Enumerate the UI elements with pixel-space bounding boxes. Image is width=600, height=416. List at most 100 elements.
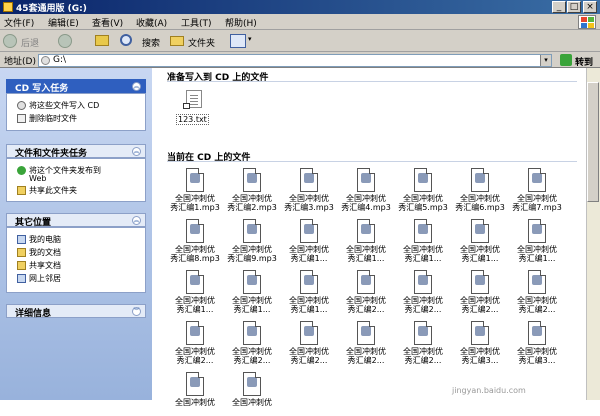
file-item[interactable]: 全国冲刺优 秀汇编1... [399,219,447,263]
scrollbar-thumb[interactable] [587,82,599,202]
windows-logo-icon [578,15,596,29]
views-button[interactable]: ▾ [230,33,256,49]
file-name: 全国冲刺优 秀汇编2... [403,347,443,365]
file-name: 全国冲刺优 秀汇编3... [460,347,500,365]
file-item[interactable]: 全国冲刺优 秀汇编7.mp3 [512,168,562,212]
file-item[interactable]: 全国冲刺优 秀汇编2... [285,321,333,365]
media-file-icon [471,168,489,192]
menu-favorites[interactable]: 收藏(A) [136,16,167,29]
file-item[interactable]: 全国冲刺优 秀汇编1... [456,219,504,263]
details-header[interactable]: 详细信息 ︾ [6,304,146,319]
file-item[interactable]: 全国冲刺优 秀汇编2... [228,321,276,365]
my-documents-link[interactable]: 我的文档 [29,247,61,258]
file-item[interactable]: 全国冲刺优 [228,372,276,416]
file-item[interactable]: 全国冲刺优 秀汇编1... [285,270,333,314]
my-computer-link[interactable]: 我的电脑 [29,234,61,245]
minimize-button[interactable]: _ [552,1,566,13]
file-item[interactable]: 全国冲刺优 秀汇编5.mp3 [398,168,448,212]
file-item[interactable]: 全国冲刺优 秀汇编2... [399,270,447,314]
file-item[interactable]: 全国冲刺优 秀汇编2... [342,321,390,365]
toolbar: 后退 搜索 文件夹 ▾ [0,30,600,52]
pending-write-overlay-icon [183,103,190,109]
collapse-icon[interactable]: ︽ [132,82,141,91]
file-tasks-header[interactable]: 文件和文件夹任务 ︽ [6,144,146,159]
file-item[interactable]: 全国冲刺优 秀汇编1.mp3 [170,168,220,212]
go-button[interactable]: 转到 [575,55,593,68]
media-file-icon [243,219,261,243]
shared-documents-link[interactable]: 共享文档 [29,260,61,271]
search-button[interactable]: 搜索 [120,33,164,49]
file-item[interactable]: 全国冲刺优 秀汇编3... [513,321,561,365]
media-file-icon [186,219,204,243]
file-item[interactable]: 全国冲刺优 秀汇编8.mp3 [170,219,220,263]
other-places-header[interactable]: 其它位置 ︽ [6,213,146,228]
file-item[interactable]: 全国冲刺优 秀汇编2... [342,270,390,314]
up-folder-icon [95,35,109,46]
views-grid-icon [230,34,246,48]
file-item[interactable]: 全国冲刺优 秀汇编3... [456,321,504,365]
file-name: 全国冲刺优 秀汇编2... [346,296,386,314]
publish-folder-link-web[interactable]: Web [29,174,46,183]
media-file-icon [357,270,375,294]
media-file-icon [300,168,318,192]
address-input[interactable]: G:\ ▾ [38,54,552,67]
my-documents-icon [17,248,26,257]
menu-tools[interactable]: 工具(T) [181,16,212,29]
folders-label: 文件夹 [188,39,216,49]
expand-icon[interactable]: ︾ [132,307,141,316]
maximize-button[interactable]: □ [567,1,581,13]
collapse-icon[interactable]: ︽ [132,147,141,156]
menu-edit[interactable]: 编辑(E) [48,16,79,29]
file-item[interactable]: 全国冲刺优 秀汇编1... [342,219,390,263]
media-file-icon [243,321,261,345]
file-item[interactable]: 全国冲刺优 秀汇编3.mp3 [284,168,334,212]
close-button[interactable]: × [583,1,597,13]
network-places-link[interactable]: 网上邻居 [29,273,61,284]
file-item[interactable]: 全国冲刺优 秀汇编2.mp3 [227,168,277,212]
media-file-icon [243,168,261,192]
file-item[interactable]: 全国冲刺优 秀汇编1... [513,219,561,263]
menu-file[interactable]: 文件(F) [4,16,34,29]
up-folder-button[interactable] [94,33,112,49]
file-item[interactable]: 全国冲刺优 秀汇编4.mp3 [341,168,391,212]
file-item[interactable]: 全国冲刺优 [171,372,219,416]
media-file-icon [528,270,546,294]
chevron-down-icon: ▾ [248,35,252,43]
media-file-icon [471,270,489,294]
details-title: 详细信息 [15,309,52,319]
media-file-icon [243,372,261,396]
file-item[interactable]: 全国冲刺优 秀汇编9.mp3 [227,219,277,263]
back-arrow-icon [3,34,17,48]
pending-file-item[interactable]: 123.txt [176,90,216,126]
media-file-icon [186,270,204,294]
file-item[interactable]: 全国冲刺优 秀汇编2... [513,270,561,314]
media-file-icon [528,168,546,192]
media-file-icon [414,321,432,345]
file-item[interactable]: 全国冲刺优 秀汇编1... [285,219,333,263]
file-name: 全国冲刺优 秀汇编2... [346,347,386,365]
file-item[interactable]: 全国冲刺优 秀汇编2... [399,321,447,365]
menu-help[interactable]: 帮助(H) [225,16,257,29]
file-item[interactable]: 全国冲刺优 秀汇编1... [228,270,276,314]
file-item[interactable]: 全国冲刺优 秀汇编1... [171,270,219,314]
collapse-icon[interactable]: ︽ [132,216,141,225]
file-name: 全国冲刺优 秀汇编1... [289,296,329,314]
back-button[interactable]: 后退 [3,33,47,49]
media-file-icon [186,168,204,192]
file-item[interactable]: 全国冲刺优 秀汇编6.mp3 [455,168,505,212]
address-label: 地址(D) [4,57,36,67]
forward-button[interactable] [58,33,84,49]
file-item[interactable]: 全国冲刺优 秀汇编2... [171,321,219,365]
delete-temp-files-link[interactable]: 删除临时文件 [29,113,77,124]
go-arrow-icon[interactable] [560,54,572,66]
menu-view[interactable]: 查看(V) [92,16,123,29]
write-to-cd-link[interactable]: 将这些文件写入 CD [29,100,99,111]
shared-documents-icon [17,261,26,270]
address-dropdown-icon[interactable]: ▾ [540,55,551,66]
folders-button[interactable]: 文件夹 [168,33,222,49]
cd-tasks-header[interactable]: CD 写入任务 ︽ [6,79,146,94]
file-name: 全国冲刺优 秀汇编3.mp3 [284,194,334,212]
file-name: 全国冲刺优 秀汇编5.mp3 [398,194,448,212]
share-folder-link[interactable]: 共享此文件夹 [29,185,77,196]
file-item[interactable]: 全国冲刺优 秀汇编2... [456,270,504,314]
